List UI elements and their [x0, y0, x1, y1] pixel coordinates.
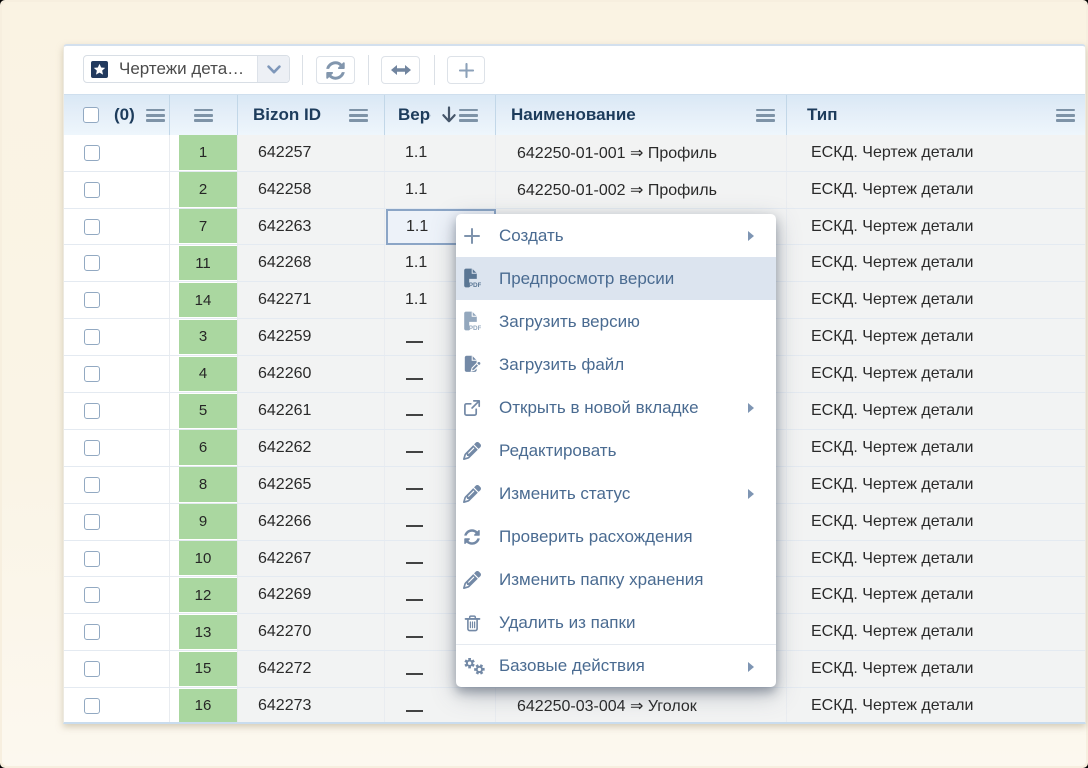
svg-text:PDF: PDF: [469, 282, 481, 289]
svg-text:PDF: PDF: [469, 325, 481, 332]
